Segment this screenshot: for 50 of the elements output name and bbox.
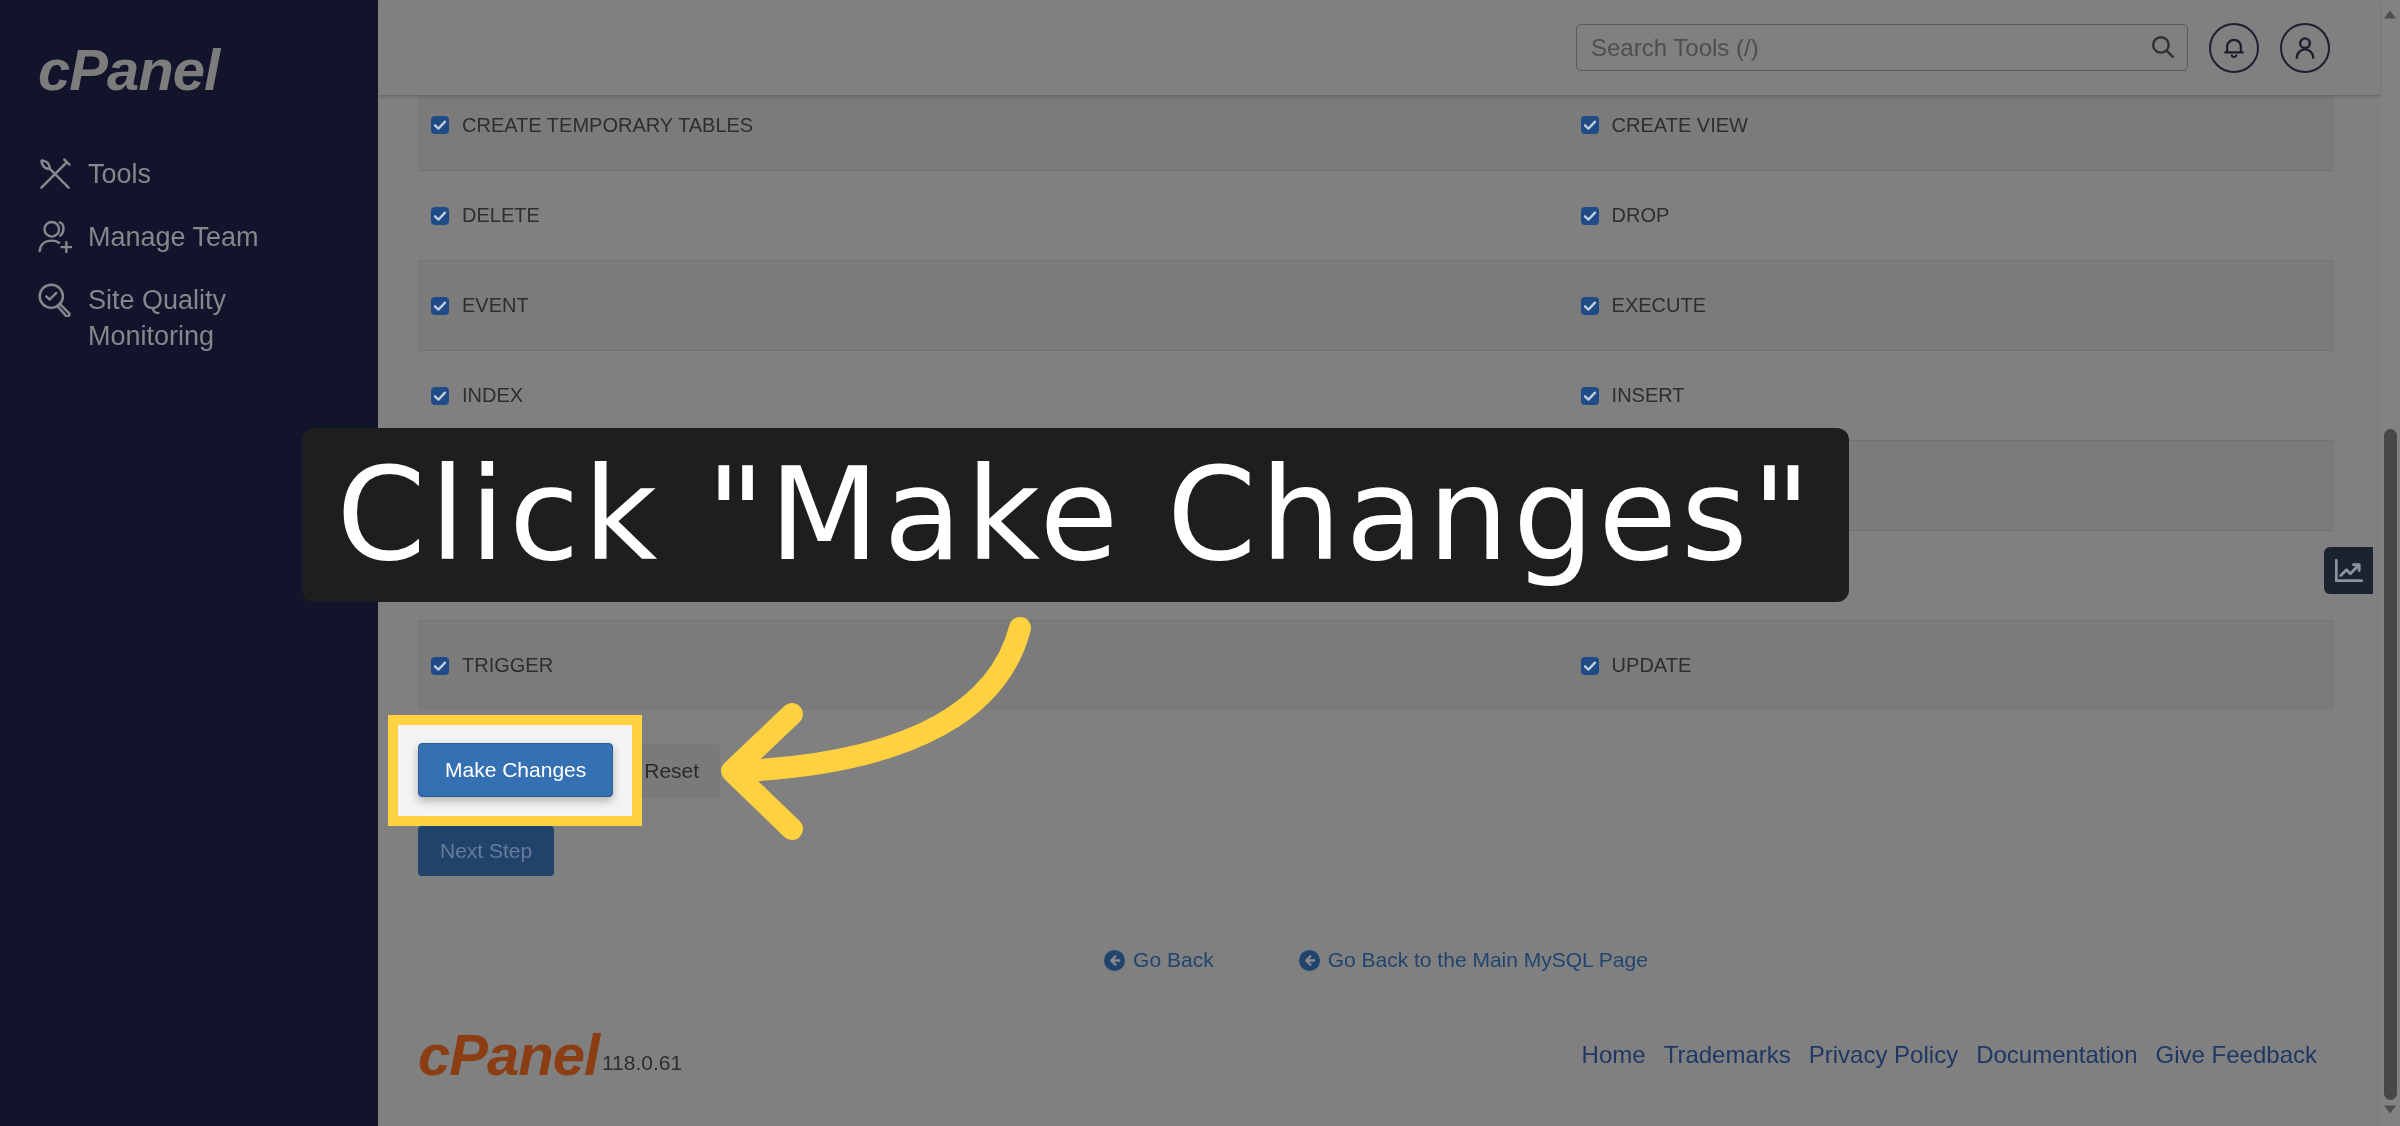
permission-label: CREATE TEMPORARY TABLES bbox=[462, 113, 754, 137]
checkbox[interactable] bbox=[431, 656, 449, 675]
sidebar-item[interactable]: Tools bbox=[38, 156, 152, 192]
checkbox[interactable] bbox=[431, 206, 449, 225]
next-step-button[interactable]: Next Step bbox=[418, 826, 555, 876]
permission-label: TRIGGER bbox=[462, 654, 554, 677]
back-link[interactable]: Go Back bbox=[1104, 945, 1214, 975]
back-link[interactable]: Go Back to the Main MySQL Page bbox=[1298, 945, 1648, 975]
user-plus-icon bbox=[38, 220, 72, 254]
checkbox[interactable] bbox=[1580, 386, 1599, 405]
search-icon[interactable] bbox=[2152, 36, 2174, 58]
permission-label: EVENT bbox=[462, 294, 529, 317]
checkbox[interactable] bbox=[431, 386, 449, 405]
sidebar-item[interactable]: Manage Team bbox=[38, 219, 259, 255]
footer-link[interactable]: Give Feedback bbox=[2155, 1041, 2317, 1069]
user-icon bbox=[2295, 36, 2315, 59]
checkbox[interactable] bbox=[1580, 656, 1599, 675]
magnifier-check-icon bbox=[38, 283, 72, 317]
permission-label: INSERT bbox=[1611, 384, 1685, 407]
notifications-button[interactable] bbox=[2209, 22, 2259, 73]
bell-icon bbox=[2224, 36, 2244, 59]
checkbox[interactable] bbox=[1580, 206, 1599, 225]
checkbox[interactable] bbox=[431, 296, 449, 315]
chart-line-icon bbox=[2334, 559, 2363, 582]
permission-label: EXECUTE bbox=[1611, 294, 1707, 317]
sidebar-item[interactable]: Site Quality Monitoring bbox=[38, 282, 308, 354]
footer-link[interactable]: Trademarks bbox=[1663, 1041, 1791, 1069]
account-button[interactable] bbox=[2280, 22, 2330, 73]
arrow-left-circle-icon bbox=[1298, 949, 1320, 971]
footer-link[interactable]: Privacy Policy bbox=[1808, 1041, 1959, 1069]
instruction-banner: Click "Make Changes" bbox=[302, 428, 1849, 602]
arrow-left-circle-icon bbox=[1104, 949, 1126, 971]
primary-button[interactable]: Make Changes bbox=[418, 743, 614, 797]
footer-link[interactable]: Home bbox=[1581, 1041, 1646, 1069]
checkbox[interactable] bbox=[1580, 116, 1599, 134]
permission-label: DELETE bbox=[462, 204, 540, 227]
scrollbar-thumb[interactable] bbox=[2383, 429, 2397, 1100]
permission-label: UPDATE bbox=[1611, 654, 1692, 677]
footer-link[interactable]: Documentation bbox=[1976, 1041, 2138, 1069]
permission-label: CREATE VIEW bbox=[1611, 113, 1748, 137]
permission-label: INDEX bbox=[462, 384, 524, 407]
secondary-button[interactable]: Reset bbox=[642, 743, 721, 798]
checkbox[interactable] bbox=[431, 116, 449, 134]
footer-logo[interactable]: cPanel bbox=[418, 1035, 599, 1075]
tools-icon bbox=[38, 157, 72, 191]
checkbox[interactable] bbox=[1580, 296, 1599, 315]
analytics-button[interactable] bbox=[2324, 547, 2373, 594]
version-number: 118.0.61 bbox=[602, 1051, 683, 1075]
sidebar-logo[interactable]: cPanel bbox=[38, 50, 219, 90]
permission-label: DROP bbox=[1611, 204, 1670, 227]
